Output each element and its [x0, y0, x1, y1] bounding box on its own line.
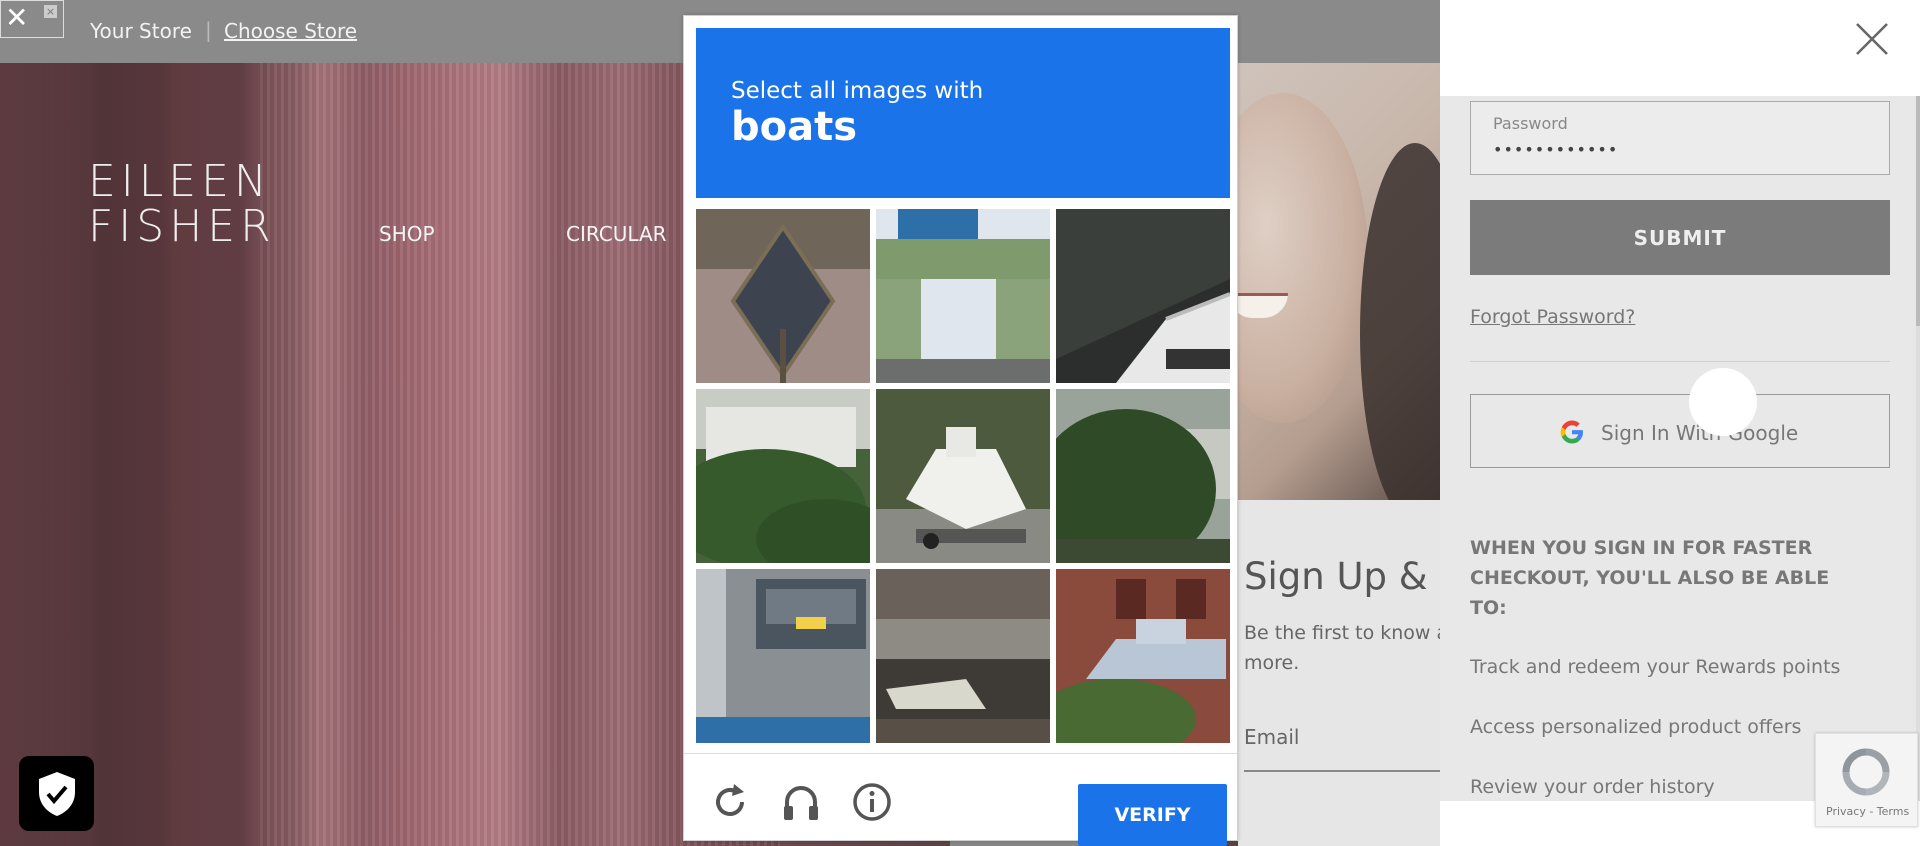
benefit-item: Review your order history	[1470, 776, 1715, 798]
brand-logo-line2[interactable]: FISHER	[88, 201, 276, 252]
tools-icon: ✕	[5, 1, 29, 34]
captcha-footer: VERIFY	[684, 753, 1237, 846]
drawer-scroll-thumb[interactable]	[1916, 96, 1920, 326]
store-separator: |	[205, 18, 212, 42]
password-value[interactable]: ••••••••••••	[1493, 140, 1618, 159]
benefit-item: Track and redeem your Rewards points	[1470, 656, 1841, 678]
captcha-instruction: Select all images with	[731, 78, 984, 104]
captcha-tile-7[interactable]	[696, 569, 870, 743]
headphones-icon[interactable]	[781, 782, 821, 822]
captcha-challenge: Select all images with boats VERIFY	[683, 15, 1238, 846]
captcha-tile-5[interactable]	[876, 389, 1050, 563]
tools-badge[interactable]: ✕ ×	[0, 0, 64, 38]
captcha-header: Select all images with boats	[696, 28, 1230, 198]
recaptcha-icon	[1842, 748, 1890, 796]
signup-email-field[interactable]: Email	[1244, 725, 1300, 749]
captcha-tile-3[interactable]	[1056, 209, 1230, 383]
captcha-tile-8[interactable]	[876, 569, 1050, 743]
divider	[1470, 361, 1890, 362]
privacy-shield-button[interactable]	[19, 756, 94, 831]
choose-store-link[interactable]: Choose Store	[224, 19, 357, 43]
nav-shop[interactable]: SHOP	[379, 222, 435, 246]
close-small-icon[interactable]: ×	[44, 5, 57, 18]
captcha-tile-6[interactable]	[1056, 389, 1230, 563]
your-store-label: Your Store	[90, 19, 192, 43]
model-photo	[1198, 63, 1470, 523]
captcha-tile-1[interactable]	[696, 209, 870, 383]
touch-indicator	[1689, 368, 1757, 436]
captcha-grid	[696, 209, 1230, 743]
signup-text: Be the first to know a and more.	[1244, 622, 1440, 674]
newsletter-signup: Sign Up & E Be the first to know a and m…	[1238, 500, 1440, 846]
refresh-icon[interactable]	[710, 782, 750, 822]
recaptcha-links[interactable]: Privacy - Terms	[1826, 805, 1909, 818]
captcha-target: boats	[731, 104, 858, 150]
benefit-item: Access personalized product offers	[1470, 716, 1802, 738]
forgot-password-link[interactable]: Forgot Password?	[1470, 306, 1635, 328]
password-label: Password	[1493, 114, 1568, 133]
captcha-tile-2[interactable]	[876, 209, 1050, 383]
nav-circular[interactable]: CIRCULAR	[566, 222, 667, 246]
info-icon[interactable]	[852, 782, 892, 822]
signup-title: Sign Up & E	[1244, 555, 1440, 598]
close-icon[interactable]	[1854, 21, 1890, 57]
password-field[interactable]: Password ••••••••••••	[1470, 101, 1890, 175]
google-g-icon	[1560, 420, 1583, 444]
captcha-tile-9[interactable]	[1056, 569, 1230, 743]
captcha-tile-4[interactable]	[696, 389, 870, 563]
shield-check-icon	[39, 772, 75, 816]
benefits-heading: WHEN YOU SIGN IN FOR FASTER CHECKOUT, YO…	[1470, 537, 1830, 619]
recaptcha-badge[interactable]: Privacy - Terms	[1815, 733, 1918, 827]
google-signin-button[interactable]: Sign In With Google	[1470, 394, 1890, 468]
brand-logo-line1[interactable]: EILEEN	[88, 156, 272, 207]
signup-email-underline	[1244, 770, 1440, 772]
verify-button[interactable]: VERIFY	[1078, 784, 1227, 846]
submit-button[interactable]: SUBMIT	[1470, 200, 1890, 275]
